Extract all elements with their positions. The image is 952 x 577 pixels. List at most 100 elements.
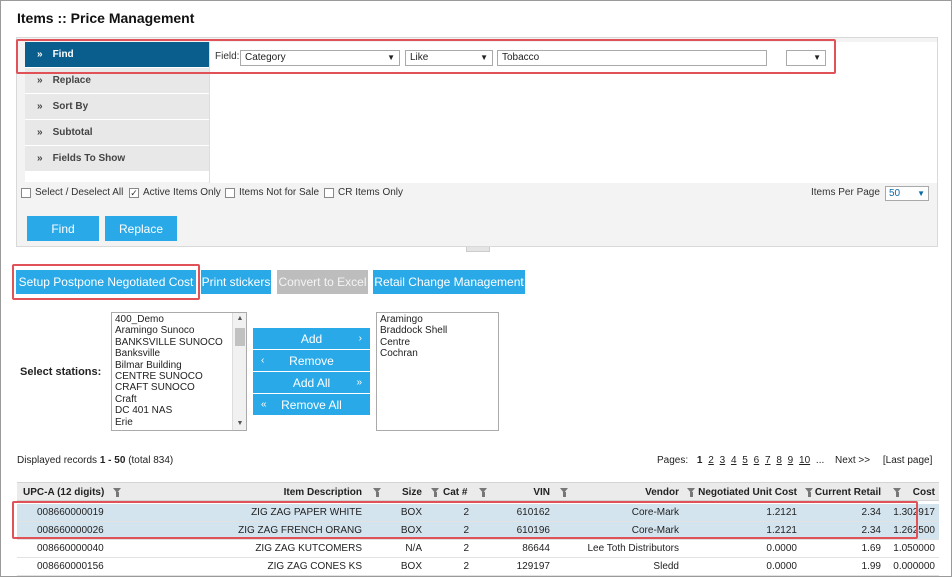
stations-scrollbar[interactable]: ▲ ▼ bbox=[232, 313, 246, 430]
pager-link[interactable]: 5 bbox=[742, 455, 748, 466]
pager-link[interactable]: 6 bbox=[754, 455, 760, 466]
operator-select[interactable]: Like ▼ bbox=[405, 50, 493, 66]
cell-current-retail: 2.34 bbox=[861, 525, 881, 536]
cell-vin: 129197 bbox=[516, 561, 550, 572]
selected-stations-list[interactable]: Aramingo Braddock Shell Centre Cochran bbox=[376, 312, 499, 431]
pager-last-link[interactable]: [Last page] bbox=[883, 455, 932, 466]
col-header-negotiated-cost[interactable]: Negotiated Unit Cost bbox=[698, 483, 797, 502]
col-header-size[interactable]: Size bbox=[402, 483, 422, 502]
table-row[interactable]: 008660000026 ZIG ZAG FRENCH ORANG BOX 2 … bbox=[17, 522, 939, 540]
pager-next-link[interactable]: Next >> bbox=[835, 455, 870, 466]
cell-vendor: Sledd bbox=[653, 561, 679, 572]
cell-upc: 008660000156 bbox=[37, 561, 104, 572]
cell-cost: 1.302917 bbox=[893, 507, 935, 518]
filter-icon[interactable] bbox=[805, 488, 814, 497]
list-item[interactable]: Cochran bbox=[380, 348, 495, 359]
list-item[interactable]: Aramingo bbox=[380, 314, 495, 325]
scroll-down-icon[interactable]: ▼ bbox=[233, 418, 246, 430]
field-select-value: Category bbox=[245, 52, 286, 63]
cell-current-retail: 1.69 bbox=[861, 543, 881, 554]
filter-icon[interactable] bbox=[431, 488, 440, 497]
retail-change-button[interactable]: Retail Change Management bbox=[373, 270, 525, 294]
col-header-cat[interactable]: Cat # bbox=[443, 483, 467, 502]
list-item[interactable]: Bilmar Building bbox=[115, 360, 228, 371]
checkbox-box[interactable] bbox=[225, 187, 235, 198]
checkbox-box[interactable] bbox=[324, 187, 334, 198]
remove-all-stations-button[interactable]: « Remove All bbox=[253, 394, 370, 415]
scroll-up-icon[interactable]: ▲ bbox=[233, 313, 246, 325]
list-item[interactable]: Braddock Shell bbox=[380, 325, 495, 336]
filter-icon[interactable] bbox=[373, 488, 382, 497]
cell-cat: 2 bbox=[463, 561, 469, 572]
pager-link[interactable]: 8 bbox=[776, 455, 782, 466]
col-header-upc[interactable]: UPC-A (12 digits) bbox=[23, 483, 104, 502]
add-all-stations-button[interactable]: Add All » bbox=[253, 372, 370, 393]
setup-postpone-button[interactable]: Setup Postpone Negotiated Cost bbox=[16, 270, 196, 294]
pager-link[interactable]: 9 bbox=[788, 455, 794, 466]
col-header-current-retail[interactable]: Current Retail bbox=[815, 483, 881, 502]
convert-to-excel-button[interactable]: Convert to Excel bbox=[277, 270, 368, 294]
checkbox-label: CR Items Only bbox=[338, 187, 404, 198]
cell-size: N/A bbox=[405, 543, 422, 554]
col-header-vendor[interactable]: Vendor bbox=[645, 483, 679, 502]
field-select[interactable]: Category ▼ bbox=[240, 50, 400, 66]
checkbox-box[interactable] bbox=[21, 187, 31, 198]
nav-item-label: Replace bbox=[52, 75, 91, 86]
cell-cat: 2 bbox=[463, 507, 469, 518]
list-item[interactable]: Craft bbox=[115, 394, 228, 405]
available-stations-list[interactable]: 400_Demo Aramingo Sunoco BANKSVILLE SUNO… bbox=[111, 312, 247, 431]
list-item[interactable]: Erie bbox=[115, 417, 228, 428]
pager-link[interactable]: 4 bbox=[731, 455, 737, 466]
pager-link[interactable]: 10 bbox=[799, 455, 810, 466]
criteria-nav: » Find » Replace » Sort By » Subtotal » … bbox=[25, 42, 217, 182]
add-station-button[interactable]: Add › bbox=[253, 328, 370, 349]
filter-icon[interactable] bbox=[560, 488, 569, 497]
filter-icon[interactable] bbox=[687, 488, 696, 497]
filter-icon[interactable] bbox=[479, 488, 488, 497]
cr-items-checkbox[interactable]: CR Items Only bbox=[324, 187, 403, 198]
table-row[interactable]: 008660000156 ZIG ZAG CONES KS BOX 2 1291… bbox=[17, 558, 939, 576]
list-item[interactable]: BANKSVILLE SUNOCO bbox=[115, 337, 228, 348]
remove-station-button[interactable]: ‹ Remove bbox=[253, 350, 370, 371]
scrollbar-thumb[interactable] bbox=[235, 328, 245, 346]
not-for-sale-checkbox[interactable]: Items Not for Sale bbox=[225, 187, 319, 198]
panel-splitter-handle[interactable] bbox=[466, 247, 490, 252]
active-items-checkbox[interactable]: ✓ Active Items Only bbox=[129, 187, 221, 198]
list-item[interactable]: 400_Demo bbox=[115, 314, 228, 325]
cell-negotiated-cost: 1.2121 bbox=[766, 507, 797, 518]
table-row[interactable]: 008660000040 ZIG ZAG KUTCOMERS N/A 2 866… bbox=[17, 540, 939, 558]
nav-item-sort-by[interactable]: » Sort By bbox=[25, 94, 217, 120]
list-item[interactable]: DC 401 NAS bbox=[115, 405, 228, 416]
find-button[interactable]: Find bbox=[27, 216, 99, 241]
grid-header: UPC-A (12 digits) Item Description Size … bbox=[17, 482, 939, 501]
nav-item-replace[interactable]: » Replace bbox=[25, 68, 217, 94]
nav-item-subtotal[interactable]: » Subtotal bbox=[25, 120, 217, 146]
check-icon[interactable]: ✓ bbox=[129, 187, 139, 198]
pager-link[interactable]: 2 bbox=[708, 455, 714, 466]
items-per-page-select[interactable]: 50 ▼ bbox=[885, 186, 929, 201]
nav-item-find[interactable]: » Find bbox=[25, 42, 217, 68]
search-value-input[interactable]: Tobacco bbox=[497, 50, 767, 66]
pager-link[interactable]: 3 bbox=[720, 455, 726, 466]
list-item[interactable]: Aramingo Sunoco bbox=[115, 325, 228, 336]
filter-icon[interactable] bbox=[113, 488, 122, 497]
pager-link[interactable]: 7 bbox=[765, 455, 771, 466]
table-row[interactable]: 008660000019 ZIG ZAG PAPER WHITE BOX 2 6… bbox=[17, 504, 939, 522]
cell-description: ZIG ZAG KUTCOMERS bbox=[255, 543, 362, 554]
select-all-checkbox[interactable]: Select / Deselect All bbox=[21, 187, 123, 198]
list-item[interactable]: Centre bbox=[380, 337, 495, 348]
list-item[interactable]: Banksville bbox=[115, 348, 228, 359]
cell-cat: 2 bbox=[463, 525, 469, 536]
filter-icon[interactable] bbox=[893, 488, 902, 497]
nav-item-fields-to-show[interactable]: » Fields To Show bbox=[25, 146, 217, 172]
extra-select[interactable]: ▼ bbox=[786, 50, 826, 66]
list-item[interactable]: CRAFT SUNOCO bbox=[115, 382, 228, 393]
col-header-cost[interactable]: Cost bbox=[913, 483, 935, 502]
print-stickers-button[interactable]: Print stickers bbox=[201, 270, 271, 294]
col-header-description[interactable]: Item Description bbox=[284, 483, 362, 502]
replace-button[interactable]: Replace bbox=[105, 216, 177, 241]
select-stations-label: Select stations: bbox=[20, 366, 102, 378]
col-header-vin[interactable]: VIN bbox=[533, 483, 550, 502]
list-item[interactable]: CENTRE SUNOCO bbox=[115, 371, 228, 382]
dropdown-arrow-icon: ▼ bbox=[480, 53, 488, 62]
